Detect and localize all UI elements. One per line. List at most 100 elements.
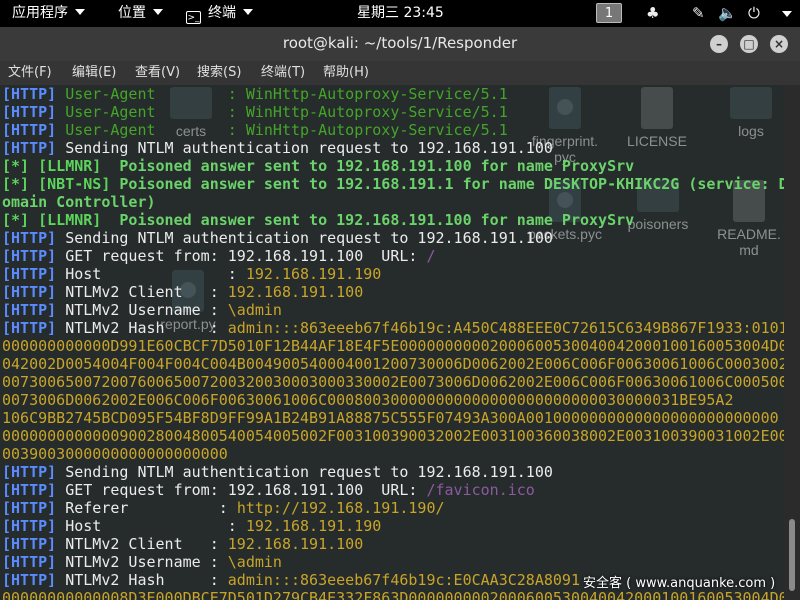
top-panel: 应用程序 位置 >_ 终端 星期三 23:45 1 ♣ ✎ 🔈 ⏻ <box>0 0 800 27</box>
terminal-segment: Host : <box>56 517 246 535</box>
terminal-segment: [HTTP] <box>2 517 57 535</box>
window-title: root@kali: ~/tools/1/Responder <box>282 34 518 52</box>
menu-view[interactable]: 查看(V) <box>135 61 180 85</box>
terminal-line: [HTTP] NTLMv2 Client : 192.168.191.100 <box>2 283 363 301</box>
terminal-segment: 192.168.191.190 <box>245 517 382 535</box>
terminal-segment: [HTTP] <box>2 85 57 103</box>
terminal-segment: User-Agent : WinHttp-Autoproxy-Service/5… <box>56 85 508 103</box>
terminal-segment: Poisoned answer sent to 192.168.191.100 … <box>101 157 635 175</box>
volume-icon[interactable]: 🔈 <box>718 3 737 23</box>
terminal-segment: Host : <box>56 265 246 283</box>
terminal-line: [HTTP] User-Agent : WinHttp-Autoproxy-Se… <box>2 103 508 121</box>
terminal-segment: [HTTP] <box>2 499 57 517</box>
terminal-segment: http://192.168.191.190/ <box>236 499 445 517</box>
terminal-line: [HTTP] NTLMv2 Hash : admin:::863eeeb67f4… <box>2 319 784 337</box>
terminal-segment: admin:::863eeeb67f46b19c:E0CAA3C28A8091 <box>227 571 580 589</box>
terminal-line: [*] [LLMNR] Poisoned answer sent to 192.… <box>2 157 634 175</box>
terminal-segment: Poisoned answer sent to 192.168.191.1 fo… <box>110 175 784 193</box>
terminal-line: [HTTP] Sending NTLM authentication reque… <box>2 229 553 247</box>
terminal-line: [HTTP] User-Agent : WinHttp-Autoproxy-Se… <box>2 85 508 103</box>
terminal-segment: [HTTP] <box>2 283 57 301</box>
terminal-view[interactable]: certs fingerprint. pyc LICENSE logs pois… <box>0 85 784 600</box>
chevron-down-icon[interactable] <box>782 11 792 17</box>
terminal-segment: Referer : <box>56 499 237 517</box>
terminal-segment: [HTTP] <box>2 103 57 121</box>
watermark: 安全客 ( www.anquanke.com ) <box>583 576 776 591</box>
menu-file[interactable]: 文件(F) <box>8 61 52 85</box>
terminal-segment: NTLMv2 Client : <box>56 283 228 301</box>
menu-edit[interactable]: 编辑(E) <box>72 61 116 85</box>
terminal-scrollbar[interactable] <box>784 85 800 600</box>
applications-menu[interactable]: 应用程序 <box>12 0 85 27</box>
screen-share-icon[interactable]: ✎ <box>692 3 705 23</box>
terminal-line: [*] [LLMNR] Poisoned answer sent to 192.… <box>2 211 634 229</box>
terminal-segment: 0073006500720076006500720032003000300033… <box>2 373 784 391</box>
terminal-segment: [HTTP] <box>2 571 57 589</box>
terminal-segment: [HTTP] <box>2 481 57 499</box>
menu-search[interactable]: 搜索(S) <box>197 61 241 85</box>
terminal-segment: 192.168.191.100 <box>227 535 364 553</box>
terminal-segment: NTLMv2 Client : <box>56 535 228 553</box>
terminal-line: 0039003000000000000000000 <box>2 445 228 463</box>
terminal-line: [HTTP] NTLMv2 Client : 192.168.191.100 <box>2 535 363 553</box>
terminal-segment: [HTTP] <box>2 121 57 139</box>
terminal-segment: 0039003000000000000000000 <box>2 445 228 463</box>
terminal-segment: 042002D0054004F004F004C004B0049005400040… <box>2 355 784 373</box>
terminal-line: [HTTP] Host : 192.168.191.190 <box>2 517 381 535</box>
terminal-segment: GET request from: 192.168.191.100 URL: <box>56 481 427 499</box>
terminal-segment: [HTTP] <box>2 535 57 553</box>
network-icon[interactable]: ♣ <box>646 3 659 23</box>
python-file-icon <box>549 87 581 129</box>
terminal-line: 000000000000090028004800540054005002F003… <box>2 427 784 445</box>
desktop-icon-logs: logs <box>722 87 780 139</box>
clock[interactable]: 星期三 23:45 <box>357 0 444 27</box>
terminal-segment: NTLMv2 Hash : <box>56 571 228 589</box>
terminal-line: [HTTP] NTLMv2 Hash : admin:::863eeeb67f4… <box>2 571 580 589</box>
terminal-line: [HTTP] GET request from: 192.168.191.100… <box>2 247 435 265</box>
folder-icon <box>730 87 772 119</box>
terminal-segment: 106C9BB2745BCD095F54BF8D9FF99A1B24B91A88… <box>2 409 779 427</box>
terminal-line: [HTTP] NTLMv2 Username : \admin <box>2 301 282 319</box>
terminal-segment: GET request from: 192.168.191.100 URL: <box>56 247 427 265</box>
terminal-segment: [HTTP] <box>2 463 57 481</box>
document-icon <box>641 87 673 129</box>
power-icon[interactable]: ⏻ <box>748 3 760 23</box>
terminal-segment: NTLMv2 Hash : <box>56 319 228 337</box>
places-label: 位置 <box>118 5 146 21</box>
terminal-segment: [HTTP] <box>2 265 57 283</box>
terminal-app-menu[interactable]: >_ 终端 <box>186 0 253 27</box>
terminal-segment: 000000000000090028004800540054005002F003… <box>2 427 784 445</box>
terminal-line: [HTTP] Host : 192.168.191.190 <box>2 265 381 283</box>
terminal-line: 106C9BB2745BCD095F54BF8D9FF99A1B24B91A88… <box>2 409 779 427</box>
scrollbar-thumb[interactable] <box>789 519 795 591</box>
close-button[interactable]: × <box>770 35 788 53</box>
menu-help[interactable]: 帮助(H) <box>323 61 369 85</box>
terminal-segment: Poisoned answer sent to 192.168.191.100 … <box>101 211 635 229</box>
window-titlebar[interactable]: root@kali: ~/tools/1/Responder – □ × <box>0 27 800 61</box>
places-menu[interactable]: 位置 <box>118 0 163 27</box>
terminal-segment: 000000000000D991E60CBCF7D5010F12B44AF18E… <box>2 337 784 355</box>
maximize-button[interactable]: □ <box>740 35 758 53</box>
terminal-line: [HTTP] NTLMv2 Username : \admin <box>2 553 282 571</box>
chevron-down-icon <box>75 9 85 15</box>
terminal-segment: Sending NTLM authentication request to 1… <box>56 463 553 481</box>
terminal-segment: 0073006D0062002E006C006F00630061006C0008… <box>2 391 734 409</box>
terminal-line: [HTTP] Referer : http://192.168.191.190/ <box>2 499 445 517</box>
terminal-segment: [HTTP] <box>2 319 57 337</box>
terminal-line: [HTTP] User-Agent : WinHttp-Autoproxy-Se… <box>2 121 508 139</box>
terminal-segment: 192.168.191.190 <box>245 265 382 283</box>
terminal-app-label: 终端 <box>208 5 236 21</box>
terminal-segment: \admin <box>227 553 282 571</box>
workspace-indicator[interactable]: 1 <box>596 3 622 23</box>
chevron-down-icon <box>243 9 253 15</box>
terminal-segment: [*] [NBT-NS] <box>2 175 111 193</box>
menu-terminal[interactable]: 终端(T) <box>261 61 305 85</box>
terminal-segment: admin:::863eeeb67f46b19c:A450C488EEE0C72… <box>227 319 784 337</box>
terminal-segment: [*] [LLMNR] <box>2 211 102 229</box>
terminal-line: 000000000000D991E60CBCF7D5010F12B44AF18E… <box>2 337 784 355</box>
terminal-segment: \admin <box>227 301 282 319</box>
terminal-line: 0073006D0062002E006C006F00630061006C0008… <box>2 391 734 409</box>
minimize-button[interactable]: – <box>710 35 728 53</box>
terminal-icon: >_ <box>186 11 201 24</box>
terminal-segment: [HTTP] <box>2 139 57 157</box>
